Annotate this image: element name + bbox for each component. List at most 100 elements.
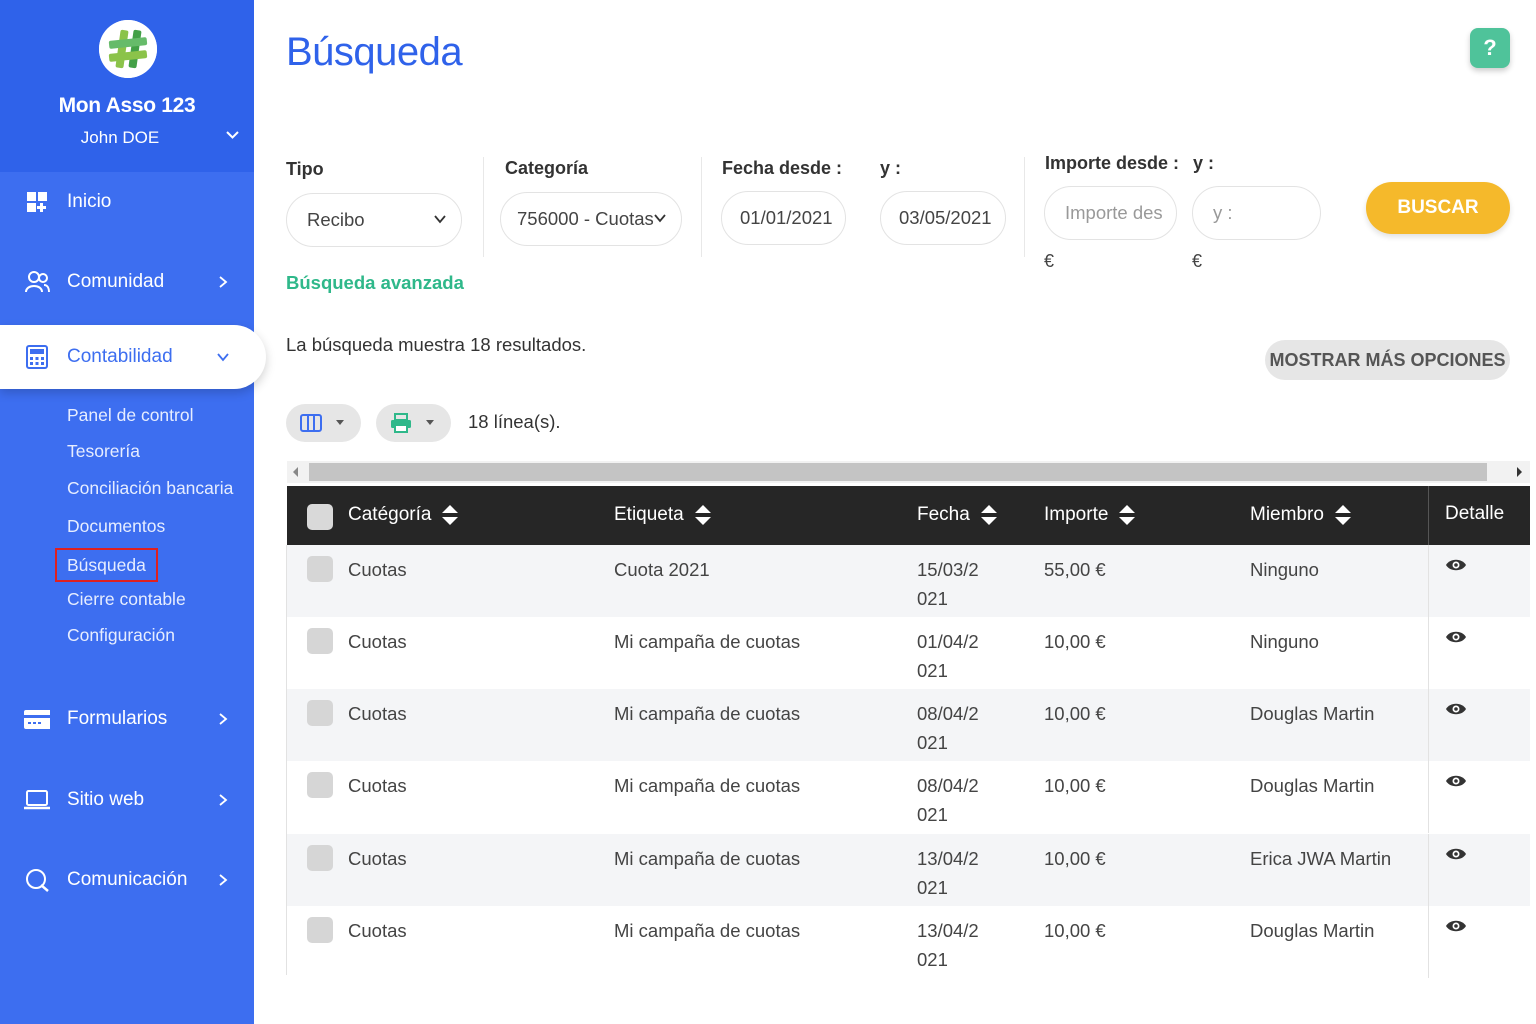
divider [483, 157, 484, 257]
table-header: Catégoría Etiqueta Fecha Importe Miembro… [287, 486, 1530, 545]
table-row[interactable]: Cuotas Cuota 2021 15/03/2 021 55,00 € Nin… [287, 545, 1530, 617]
cell-categoria: Cuotas [348, 848, 407, 869]
cell-miembro: Douglas Martin [1250, 775, 1375, 796]
fecha-hasta-label: y : [880, 158, 902, 178]
cell-fecha-line: 13/04/2 [917, 848, 979, 869]
horizontal-scrollbar[interactable] [287, 461, 1530, 483]
divider [1428, 761, 1429, 833]
chevron-right-icon [219, 794, 228, 806]
fecha-desde-input[interactable]: 01/01/2021 [721, 191, 846, 245]
cell-miembro: Douglas Martin [1250, 703, 1375, 724]
subnav-configuracion[interactable]: Configuración [67, 625, 175, 646]
cell-fecha-line: 021 [917, 877, 948, 898]
scroll-right-icon[interactable] [1517, 467, 1522, 477]
nav-inicio[interactable]: Inicio [0, 172, 254, 232]
col-categoria[interactable]: Catégoría [348, 503, 459, 527]
nav-comunicacion[interactable]: Comunicación [0, 850, 254, 910]
nav-label: Comunicación [67, 869, 188, 890]
advanced-search-link[interactable]: Búsqueda avanzada [286, 272, 464, 294]
currency-symbol: € [1044, 251, 1055, 271]
importe-hasta-placeholder: y : [1213, 202, 1233, 223]
subnav-busqueda[interactable]: Búsqueda [55, 548, 158, 582]
eye-icon[interactable] [1445, 701, 1467, 717]
row-checkbox[interactable] [307, 556, 333, 582]
more-options-button[interactable]: MOSTRAR MÁS OPCIONES [1265, 340, 1510, 380]
cell-fecha-line: 08/04/2 [917, 775, 979, 796]
fecha-hasta-input[interactable]: 03/05/2021 [880, 191, 1006, 245]
row-checkbox[interactable] [307, 628, 333, 654]
subnav-conciliacion-bancaria[interactable]: Conciliación bancaria [67, 478, 233, 499]
nav-label: Sitio web [67, 789, 145, 810]
user-name[interactable]: John DOE [0, 128, 240, 148]
caret-down-icon [426, 420, 434, 425]
eye-icon[interactable] [1445, 773, 1467, 789]
row-checkbox[interactable] [307, 700, 333, 726]
cell-fecha-line: 01/04/2 [917, 631, 979, 652]
subnav-panel-de-control[interactable]: Panel de control [67, 405, 193, 426]
table-row[interactable]: Cuotas Mi campaña de cuotas 13/04/2 021 1… [287, 906, 1530, 978]
search-button[interactable]: BUSCAR [1366, 182, 1510, 234]
col-miembro[interactable]: Miembro [1250, 503, 1352, 527]
divider [1428, 906, 1429, 978]
columns-button[interactable] [286, 404, 361, 442]
eye-icon[interactable] [1445, 918, 1467, 934]
col-label: Catégoría [348, 504, 432, 525]
subnav-tesoreria[interactable]: Tesorería [67, 441, 140, 462]
importe-hasta-input[interactable]: y : [1192, 186, 1321, 240]
sort-icon [442, 505, 459, 525]
cell-etiqueta: Mi campaña de cuotas [614, 775, 801, 796]
chevron-down-icon[interactable] [226, 130, 239, 140]
importe-desde-placeholder: Importe des [1065, 202, 1163, 223]
help-button[interactable]: ? [1470, 28, 1510, 68]
scroll-thumb[interactable] [309, 463, 1487, 481]
subnav-cierre-contable[interactable]: Cierre contable [67, 589, 186, 610]
users-icon [25, 271, 50, 293]
table-row[interactable]: Cuotas Mi campaña de cuotas 08/04/2 021 1… [287, 689, 1530, 761]
chevron-down-icon [217, 353, 229, 362]
cell-fecha-line: 08/04/2 [917, 703, 979, 724]
nav-label: Contabilidad [67, 346, 173, 367]
cell-fecha: 08/04/2 021 [917, 771, 979, 829]
calculator-icon [26, 345, 48, 369]
eye-icon[interactable] [1445, 846, 1467, 862]
cell-categoria: Cuotas [348, 559, 407, 580]
cell-categoria: Cuotas [348, 775, 407, 796]
nav-contabilidad[interactable]: Contabilidad [0, 325, 266, 389]
cell-miembro: Erica JWA Martin [1250, 848, 1392, 869]
tipo-select[interactable]: Recibo [286, 193, 462, 247]
row-checkbox[interactable] [307, 917, 333, 943]
categoria-select[interactable]: 756000 - Cuotas [500, 192, 682, 246]
nav-comunidad[interactable]: Comunidad [0, 252, 254, 312]
nav-label: Formularios [67, 708, 168, 729]
cell-categoria: Cuotas [348, 920, 407, 941]
table-row[interactable]: Cuotas Mi campaña de cuotas 13/04/2 021 1… [287, 834, 1530, 906]
nav-formularios[interactable]: Formularios [0, 689, 254, 749]
sort-icon [1334, 505, 1351, 525]
scroll-left-icon[interactable] [293, 467, 298, 477]
col-etiqueta[interactable]: Etiqueta [614, 503, 712, 527]
chevron-down-icon [654, 214, 666, 223]
cell-importe: 10,00 € [1044, 631, 1106, 652]
table-row[interactable]: Cuotas Mi campaña de cuotas 08/04/2 021 1… [287, 761, 1530, 833]
col-importe[interactable]: Importe [1044, 503, 1136, 527]
print-icon [391, 413, 411, 433]
row-checkbox[interactable] [307, 772, 333, 798]
subnav-documentos[interactable]: Documentos [67, 516, 165, 537]
table-row[interactable]: Cuotas Mi campaña de cuotas 01/04/2 021 1… [287, 617, 1530, 689]
cell-miembro: Ninguno [1250, 559, 1319, 580]
col-label: Importe [1044, 504, 1109, 525]
eye-icon[interactable] [1445, 557, 1467, 573]
cell-fecha: 13/04/2 021 [917, 916, 979, 974]
eye-icon[interactable] [1445, 629, 1467, 645]
nav-sitio-web[interactable]: Sitio web [0, 770, 254, 830]
page-title: Búsqueda [286, 30, 463, 74]
select-all-checkbox[interactable] [307, 504, 333, 530]
col-fecha[interactable]: Fecha [917, 503, 998, 527]
divider [1428, 689, 1429, 761]
print-button[interactable] [376, 404, 451, 442]
lines-count: 18 línea(s). [468, 411, 561, 432]
cell-fecha-line: 021 [917, 949, 948, 970]
importe-desde-input[interactable]: Importe des [1044, 186, 1177, 240]
row-checkbox[interactable] [307, 845, 333, 871]
card-icon [24, 710, 50, 729]
